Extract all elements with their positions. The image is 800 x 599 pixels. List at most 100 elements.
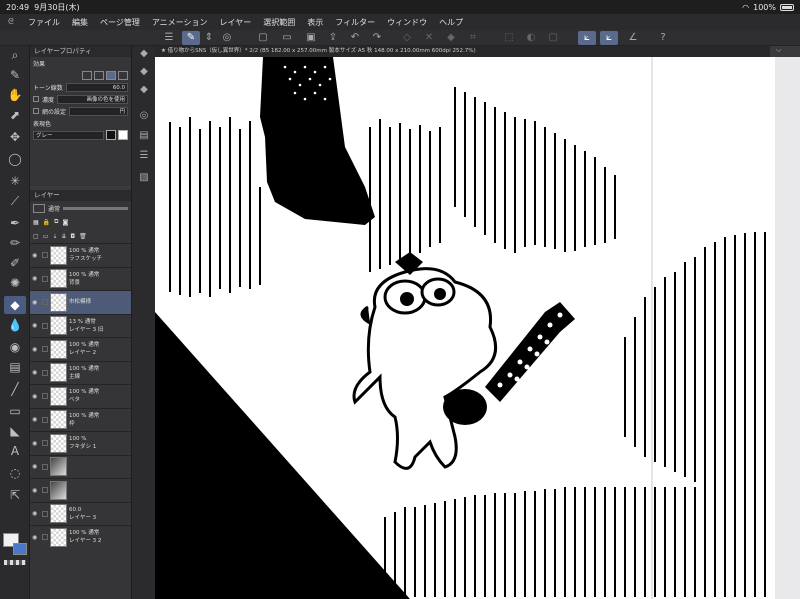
lasso-icon[interactable]: ◯	[4, 150, 26, 168]
grid-snap-icon[interactable]: ∠	[624, 31, 642, 45]
crop-icon[interactable]: ⌗	[464, 31, 482, 45]
eraser-sub-icon[interactable]: ◆	[135, 46, 153, 62]
layer-check[interactable]	[42, 322, 48, 329]
delete-layer-icon[interactable]: 🗑	[79, 233, 87, 240]
blend-icon[interactable]: 💧	[4, 316, 26, 334]
fill-icon[interactable]: ◆	[442, 31, 460, 45]
pen-icon[interactable]: ✒	[4, 214, 26, 232]
menu-icon[interactable]: ☰	[160, 31, 178, 45]
eye-icon[interactable]: ◉	[32, 534, 40, 541]
clip-icon[interactable]: ⧉	[54, 218, 58, 226]
zoom-icon[interactable]: ⌕	[4, 46, 26, 64]
eye-icon[interactable]: ◉	[32, 252, 40, 259]
transfer-icon[interactable]: ⇣	[52, 233, 57, 240]
export-icon[interactable]: ⇪	[324, 31, 342, 45]
layer-check[interactable]	[42, 416, 48, 423]
transparent-swatch[interactable]	[4, 560, 26, 565]
frame-icon[interactable]: ▭	[4, 402, 26, 420]
menu-page[interactable]: ページ管理	[94, 17, 146, 28]
new-layer-icon[interactable]: ▢	[33, 233, 39, 240]
eye-icon[interactable]: ◉	[32, 487, 40, 494]
document-tab[interactable]: ★ 借り物からSNS（仮し異世界）* 2/2 (B5 182.00 x 257.…	[155, 46, 770, 57]
selection-icon[interactable]: ▢	[544, 31, 562, 45]
brush-icon[interactable]: ✐	[4, 254, 26, 272]
blend-mode-select[interactable]: 通常	[48, 204, 60, 213]
move-layer-icon[interactable]: ✥	[4, 128, 26, 146]
eye-icon[interactable]: ◉	[32, 322, 40, 329]
layer-row[interactable]: ◉ 100 % 通常 レイヤー 2	[30, 337, 131, 361]
layer-check[interactable]	[42, 440, 48, 447]
invert-icon[interactable]: ◐	[522, 31, 540, 45]
layer-row[interactable]: ◉ 60.0 レイヤー 3	[30, 501, 131, 526]
canvas[interactable]	[155, 57, 800, 599]
layer-row[interactable]: ◉	[30, 478, 131, 502]
menu-window[interactable]: ウィンドウ	[381, 17, 433, 28]
layer-check[interactable]	[42, 463, 48, 470]
layer-check[interactable]	[42, 393, 48, 400]
layer-check[interactable]	[42, 346, 48, 353]
new-icon[interactable]: ▢	[254, 31, 272, 45]
tone-lines-field[interactable]: 60.0	[65, 82, 128, 92]
stepper-icon[interactable]: ⇕	[200, 31, 218, 45]
redo-icon[interactable]: ↷	[368, 31, 386, 45]
lock-icon[interactable]: 🔒	[43, 219, 50, 226]
ruler-snap-icon[interactable]: ⟀	[578, 31, 596, 45]
eye-icon[interactable]: ◉	[32, 440, 40, 447]
dot-select[interactable]: 円	[69, 106, 128, 116]
close-doc-icon[interactable]: ⌵	[776, 46, 781, 55]
layer-row[interactable]: ◉ 100 % 通常 背景	[30, 266, 131, 291]
balloon-icon[interactable]: ◌	[4, 464, 26, 482]
modifier-icon[interactable]: ✎	[182, 31, 200, 45]
mask-icon[interactable]: ◙	[62, 219, 68, 226]
pencil-icon[interactable]: ✏	[4, 234, 26, 252]
text-icon[interactable]: A	[4, 442, 26, 460]
mask-add-icon[interactable]: ◘	[70, 233, 75, 240]
eye-icon[interactable]: ◉	[32, 346, 40, 353]
layer-check[interactable]	[42, 510, 48, 517]
undo-icon[interactable]: ↶	[346, 31, 364, 45]
density-check[interactable]	[33, 96, 39, 102]
gradient-icon[interactable]: ▤	[4, 358, 26, 376]
layer-prop-icon[interactable]: ▤	[135, 128, 153, 144]
deselect-icon[interactable]: ⬚	[500, 31, 518, 45]
layer-check[interactable]	[42, 534, 48, 541]
layer-check[interactable]	[42, 369, 48, 376]
layer-row[interactable]: ◉ 13 % 通常 レイヤー 3 旧	[30, 313, 131, 338]
materials-icon[interactable]: ▧	[135, 170, 153, 186]
menu-layer[interactable]: レイヤー	[214, 17, 258, 28]
fill-icon[interactable]: ◉	[4, 338, 26, 356]
menu-animation[interactable]: アニメーション	[146, 17, 214, 28]
menu-filter[interactable]: フィルター	[329, 17, 381, 28]
correct-line-icon[interactable]: ⇱	[4, 486, 26, 504]
effect-btn-1[interactable]	[82, 70, 92, 80]
move-icon[interactable]: ✎	[4, 66, 26, 84]
sub-color-swatch[interactable]	[13, 543, 27, 555]
density-select[interactable]: 画像の色を使用	[57, 94, 128, 104]
opacity-slider[interactable]	[63, 206, 128, 210]
layer-check[interactable]	[42, 299, 48, 306]
eye-icon[interactable]: ◉	[32, 299, 40, 306]
airbrush-icon[interactable]: ✺	[4, 274, 26, 292]
operation-icon[interactable]: ⬈	[4, 106, 26, 124]
layer-row[interactable]: ◉ 100 % 通常 レイヤー 3 2	[30, 525, 131, 549]
layer-check[interactable]	[42, 275, 48, 282]
dot-check[interactable]	[33, 108, 39, 114]
menu-help[interactable]: ヘルプ	[433, 17, 469, 28]
white-swatch[interactable]	[118, 130, 128, 140]
ref-layer-icon[interactable]: ▦	[33, 219, 39, 226]
layer-row[interactable]: ◉	[30, 454, 131, 479]
layer-row[interactable]: ◉ 市松模様	[30, 290, 131, 314]
layer-row[interactable]: ◉ 100 % 通常枠	[30, 407, 131, 432]
eraser-icon[interactable]: ◆	[4, 296, 26, 314]
layer-check[interactable]	[42, 252, 48, 259]
eye-icon[interactable]: ◉	[32, 510, 40, 517]
magic-wand-icon[interactable]: ✳	[4, 172, 26, 190]
layer-check[interactable]	[42, 487, 48, 494]
ruler-icon[interactable]: ◣	[4, 422, 26, 440]
pen-snap-icon[interactable]: ⟀	[600, 31, 618, 45]
transform-icon[interactable]: ◇	[398, 31, 416, 45]
layer-row[interactable]: ◉ 100 % 通常 ベタ	[30, 384, 131, 408]
layer-row[interactable]: ◉ 100 % 通常 ラフスケッチ	[30, 243, 131, 267]
expression-select[interactable]: グレー	[33, 130, 104, 140]
help-icon[interactable]: ?	[654, 31, 672, 45]
